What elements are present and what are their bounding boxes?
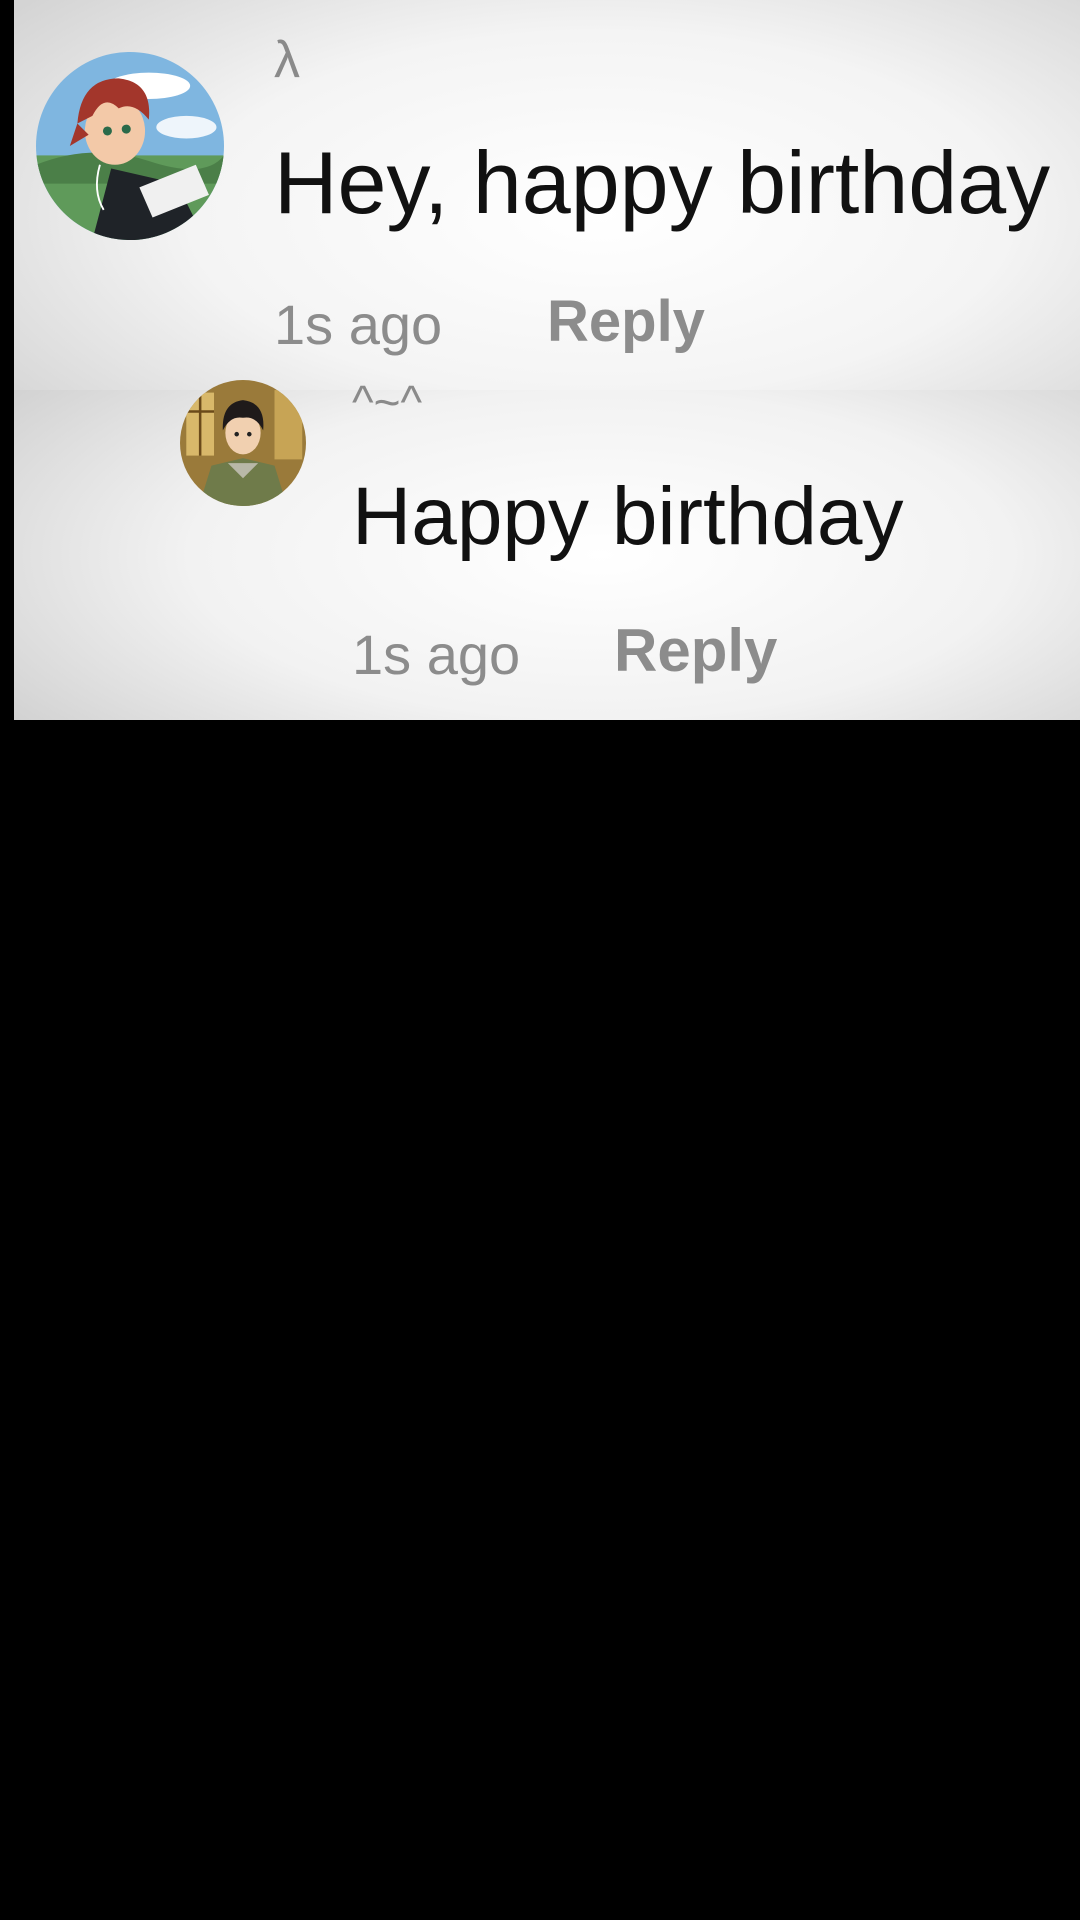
reply-card: ^~^ Happy birthday 1s ago Reply [14,376,1080,720]
user-avatar[interactable] [180,380,306,506]
comment-timestamp: 1s ago [352,623,521,686]
reply-button[interactable]: Reply [614,616,777,685]
comment-timestamp: 1s ago [274,293,443,356]
comment-body: Happy birthday [352,471,904,562]
reply-button[interactable]: Reply [547,288,705,355]
comment-panel: λ Hey, happy birthday 1s ago Reply ^~^ H… [14,0,1080,720]
anime-boy-dark-hair-avatar-icon [180,380,306,506]
anime-boy-red-hair-avatar-icon [36,52,224,240]
comment-card: λ Hey, happy birthday 1s ago Reply [14,0,1080,390]
user-avatar[interactable] [36,52,224,240]
comment-username[interactable]: ^~^ [352,375,422,429]
screen: λ Hey, happy birthday 1s ago Reply ^~^ H… [0,0,1080,1920]
comment-body: Hey, happy birthday [274,133,1051,232]
comment-username[interactable]: λ [274,30,300,90]
